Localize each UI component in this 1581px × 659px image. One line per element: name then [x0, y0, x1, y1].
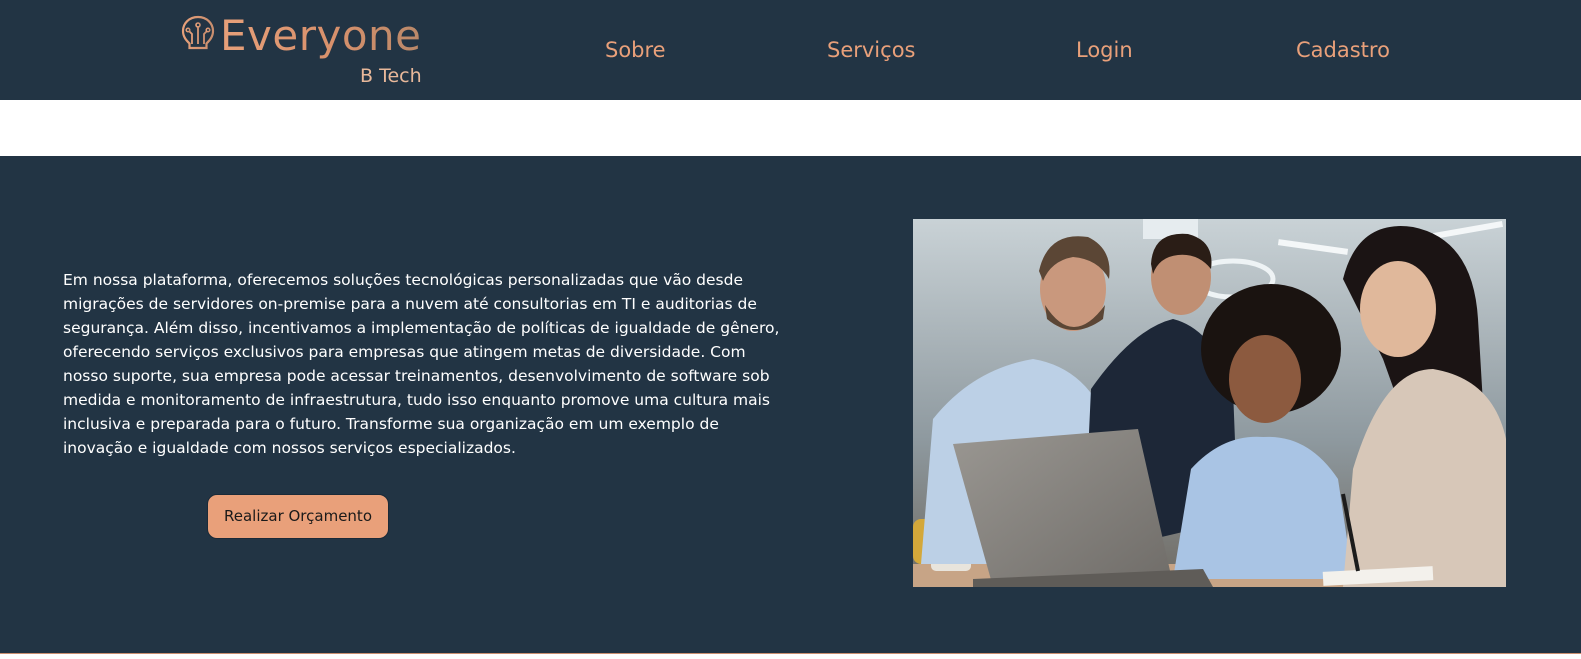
footer-divider: [0, 653, 1581, 659]
nav-link-login[interactable]: Login: [1076, 36, 1133, 66]
brand-logo[interactable]: Everyone B Tech: [180, 12, 430, 90]
nav-link-sobre[interactable]: Sobre: [605, 36, 666, 66]
hero-section: Em nossa plataforma, oferecemos soluções…: [0, 156, 1581, 653]
hero-description: Em nossa plataforma, oferecemos soluções…: [63, 271, 780, 457]
nav-link-servicos[interactable]: Serviços: [827, 36, 915, 66]
nav-link-cadastro[interactable]: Cadastro: [1296, 36, 1390, 66]
logo-subtext: B Tech: [360, 65, 422, 87]
top-navbar: Everyone B Tech Sobre Serviços Login Cad…: [0, 0, 1581, 100]
team-photo: [913, 219, 1506, 587]
logo-wordmark: Everyone: [220, 11, 422, 60]
spacer-band: [0, 100, 1581, 156]
request-quote-button[interactable]: Realizar Orçamento: [207, 494, 389, 539]
team-photo-illustration: [913, 219, 1506, 587]
lightbulb-circuit-icon: [181, 15, 215, 57]
